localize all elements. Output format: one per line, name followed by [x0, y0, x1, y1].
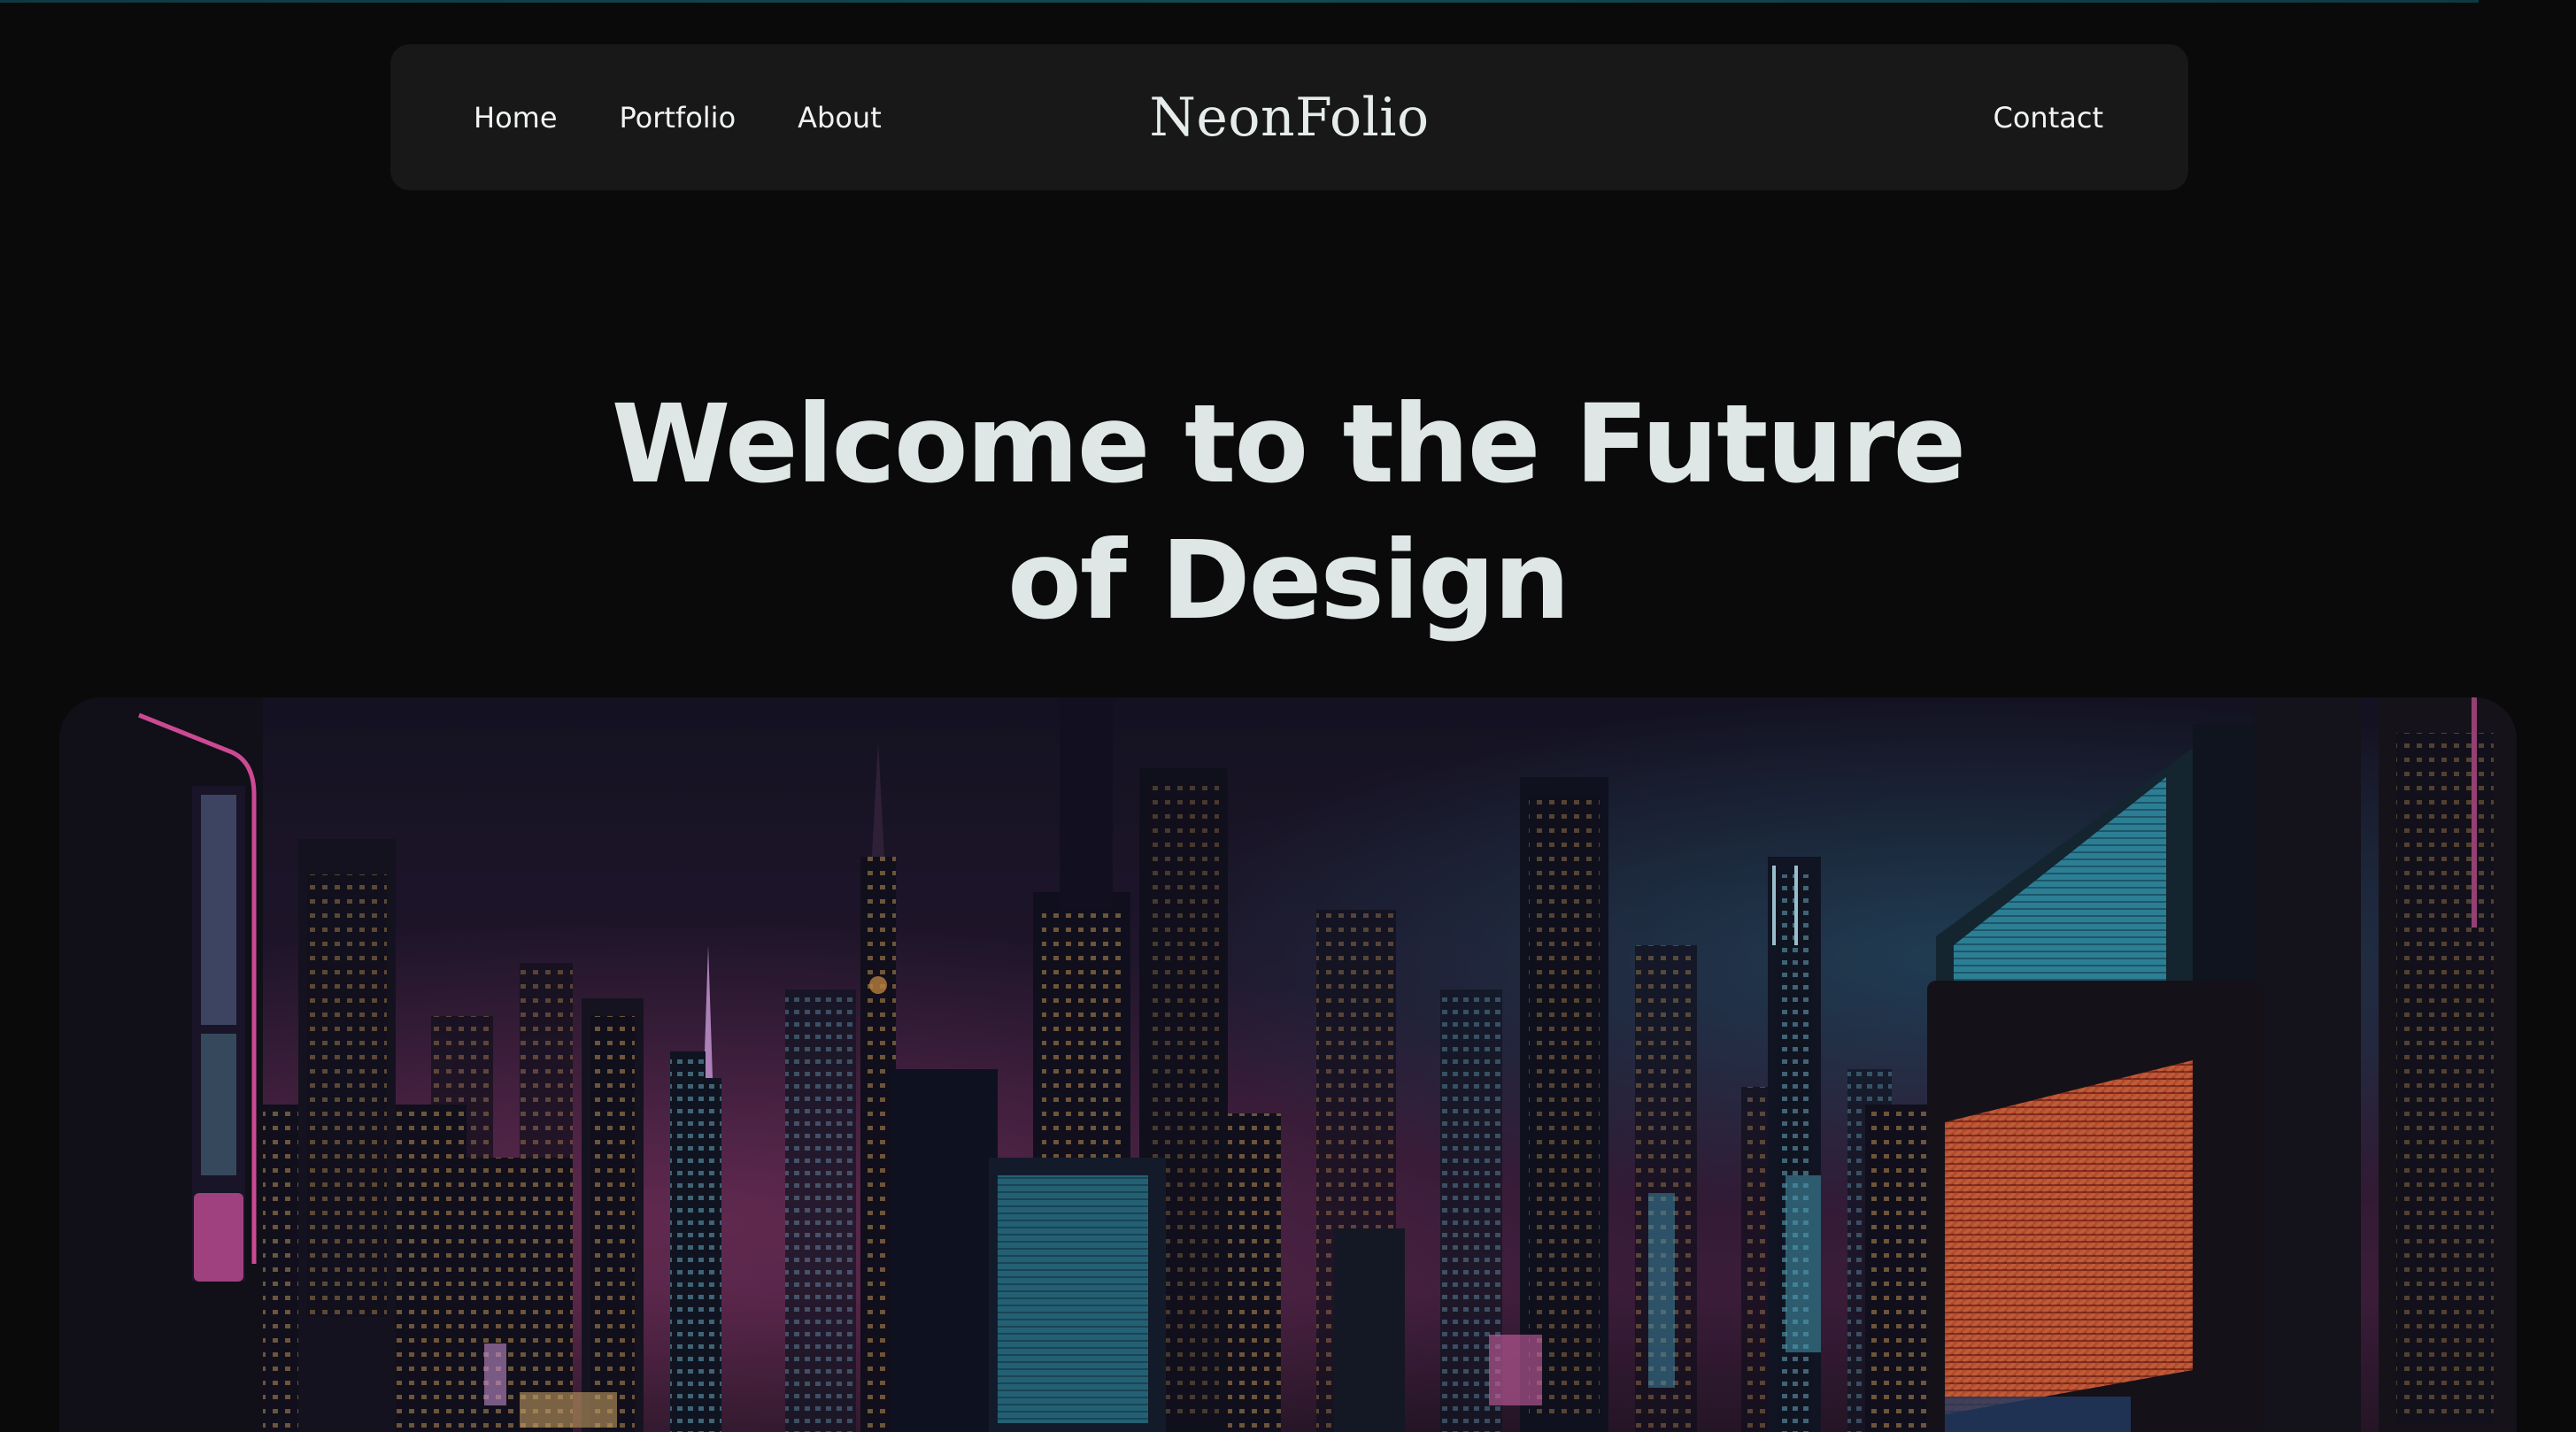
nav-link-portfolio[interactable]: Portfolio — [620, 101, 737, 135]
page: Home Portfolio About NeonFolio Contact W… — [0, 0, 2576, 1432]
top-accent-bar — [0, 0, 2479, 3]
hero-title-line-1: Welcome to the Future — [611, 381, 1966, 507]
hero-city-image — [59, 697, 2517, 1432]
hero-title: Welcome to the Future of Design — [0, 376, 2576, 649]
nav-links: Home Portfolio About — [474, 44, 882, 190]
navbar: Home Portfolio About NeonFolio Contact — [390, 44, 2188, 190]
nav-link-contact[interactable]: Contact — [1994, 101, 2104, 135]
hero-title-line-2: of Design — [1007, 518, 1570, 643]
nav-link-home[interactable]: Home — [474, 101, 558, 135]
nav-right: Contact — [1994, 44, 2104, 190]
nav-link-about[interactable]: About — [798, 101, 882, 135]
neon-city-skyline-icon — [59, 697, 2517, 1432]
